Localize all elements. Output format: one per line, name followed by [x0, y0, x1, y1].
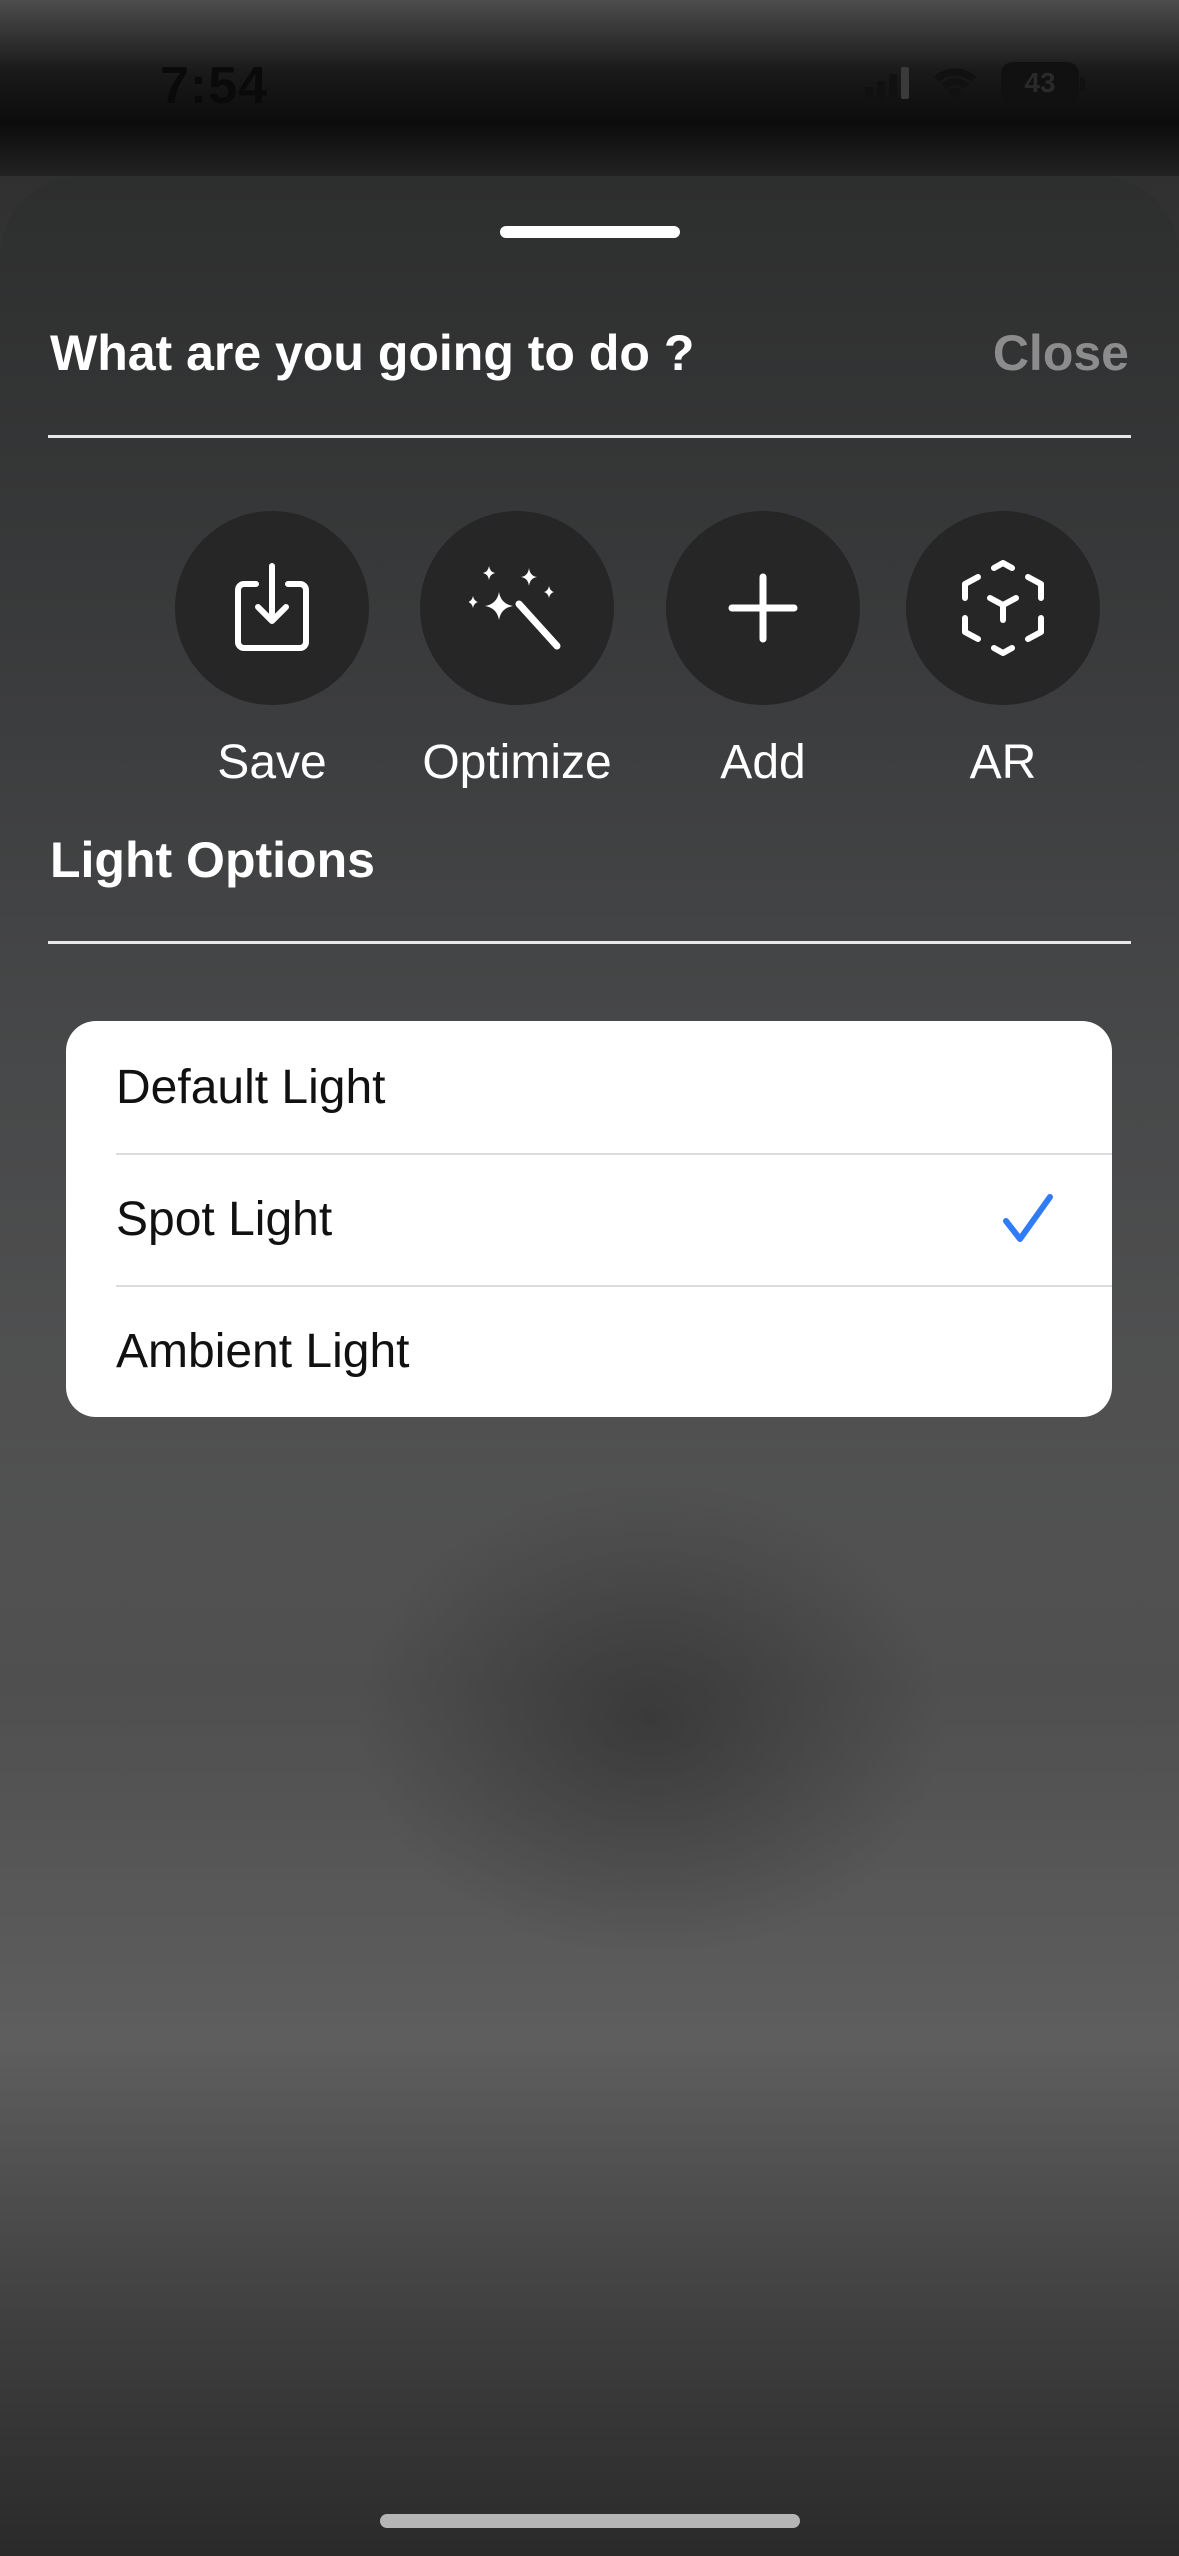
battery-icon: 43 — [1001, 62, 1085, 104]
battery-level: 43 — [1024, 67, 1056, 98]
home-indicator[interactable] — [380, 2514, 800, 2528]
option-default-light[interactable]: Default Light — [66, 1021, 1112, 1153]
action-sheet: What are you going to do ? Close Save Op… — [0, 176, 1179, 2556]
light-options-list: Default Light Spot Light Ambient Light — [66, 1021, 1112, 1417]
action-row: Save Optimize Add AR — [0, 511, 1179, 811]
ar-cube-icon — [962, 560, 1044, 656]
status-icons: 43 — [865, 62, 1085, 104]
section-divider — [48, 941, 1131, 944]
checkmark-icon — [1003, 1194, 1053, 1242]
magic-wand-icon — [469, 566, 561, 650]
option-label: Default Light — [116, 1060, 386, 1114]
signal-icon — [865, 67, 909, 99]
wifi-icon — [934, 68, 976, 99]
add-label: Add — [720, 736, 806, 789]
optimize-button[interactable]: Optimize — [397, 511, 637, 790]
ar-button[interactable]: AR — [883, 511, 1123, 790]
save-button[interactable]: Save — [152, 511, 392, 790]
title-divider — [48, 435, 1131, 438]
status-bar: 7:54 43 — [0, 0, 1179, 176]
save-icon — [235, 563, 309, 651]
option-spot-light[interactable]: Spot Light — [66, 1153, 1112, 1285]
save-label: Save — [217, 736, 327, 789]
plus-icon — [728, 573, 798, 643]
optimize-label: Optimize — [422, 736, 612, 789]
close-button[interactable]: Close — [993, 324, 1129, 382]
section-title: Light Options — [50, 832, 375, 888]
status-time: 7:54 — [160, 57, 269, 115]
add-button[interactable]: Add — [643, 511, 883, 790]
sheet-grabber[interactable] — [500, 226, 680, 238]
option-label: Ambient Light — [116, 1324, 410, 1378]
option-label: Spot Light — [116, 1192, 333, 1246]
option-ambient-light[interactable]: Ambient Light — [66, 1285, 1112, 1417]
sheet-title: What are you going to do ? — [50, 325, 695, 381]
ar-label: AR — [969, 736, 1037, 789]
